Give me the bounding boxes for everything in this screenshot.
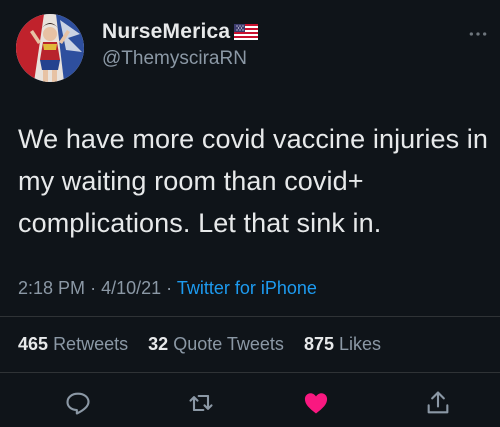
tweet-card: NurseMerica @ThemysciraRN We have more c… — [0, 0, 500, 427]
retweets-stat[interactable]: 465 Retweets — [18, 334, 133, 354]
retweet-icon — [189, 394, 213, 412]
display-name[interactable]: NurseMerica — [102, 20, 230, 44]
divider — [0, 316, 500, 317]
tweet-time[interactable]: 2:18 PM — [18, 278, 85, 298]
reply-button[interactable] — [64, 389, 92, 417]
likes-count: 875 — [303, 334, 334, 354]
tweet-text: We have more covid vaccine injuries in m… — [18, 124, 489, 238]
name-row: NurseMerica — [102, 20, 259, 44]
share-button[interactable] — [424, 389, 452, 417]
action-bar — [0, 385, 500, 421]
meta-separator: · — [166, 278, 173, 298]
user-handle[interactable]: @ThemysciraRN — [102, 48, 247, 70]
quotes-stat[interactable]: 32 Quote Tweets — [148, 334, 289, 354]
share-icon — [427, 391, 449, 414]
avatar-image — [16, 14, 84, 82]
like-button[interactable] — [302, 389, 330, 417]
retweet-button[interactable] — [187, 389, 215, 417]
reply-icon — [66, 392, 90, 415]
more-dots-icon[interactable] — [468, 22, 488, 43]
quotes-count: 32 — [148, 334, 169, 354]
likes-stat[interactable]: 875 Likes — [304, 334, 381, 354]
retweets-count: 465 — [18, 334, 49, 354]
us-flag-icon — [234, 24, 259, 40]
retweets-label: Retweets — [53, 334, 129, 354]
tweet-source-link[interactable]: Twitter for iPhone — [177, 278, 317, 298]
quotes-label: Quote Tweets — [173, 334, 284, 354]
tweet-stats: 465 Retweets 32 Quote Tweets 875 Likes — [18, 334, 381, 355]
avatar[interactable] — [16, 14, 84, 82]
tweet-meta: 2:18 PM · 4/10/21 · Twitter for iPhone — [18, 278, 317, 299]
likes-label: Likes — [339, 334, 382, 354]
heart-icon — [304, 393, 328, 414]
divider — [0, 372, 500, 373]
tweet-date[interactable]: 4/10/21 — [101, 278, 161, 298]
meta-separator: · — [90, 278, 97, 298]
